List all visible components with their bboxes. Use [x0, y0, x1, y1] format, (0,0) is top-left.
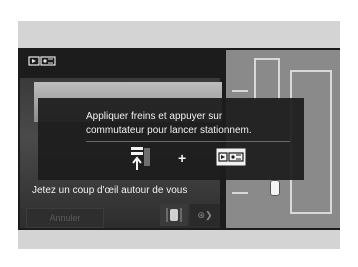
vehicle-icon: [270, 180, 280, 196]
plus-sign: +: [178, 150, 187, 166]
instruction-message: Appliquer freins et appuyer sur commutat…: [86, 110, 300, 138]
parking-sensor-icon: [28, 56, 56, 66]
instruction-line-2: commutateur pour lancer stationnem.: [86, 125, 252, 136]
next-button[interactable]: ⊛❯: [190, 204, 220, 226]
brake-pedal-icon: [131, 147, 150, 170]
look-around-text: Jetez un coup d'œil autour de vous: [32, 185, 188, 196]
parking-screen: Appliquer freins et appuyer sur commutat…: [18, 48, 340, 230]
divider: [86, 141, 290, 142]
parking-pilot-switch-icon: [216, 148, 246, 166]
cancel-button[interactable]: Annuler: [26, 208, 104, 228]
instruction-line-1: Appliquer freins et appuyer sur: [86, 111, 223, 122]
parking-space-line: [254, 58, 280, 100]
car-view-icon: [166, 208, 182, 222]
view-button[interactable]: [160, 204, 188, 226]
instruction-dialog: Appliquer freins et appuyer sur commutat…: [38, 98, 304, 180]
